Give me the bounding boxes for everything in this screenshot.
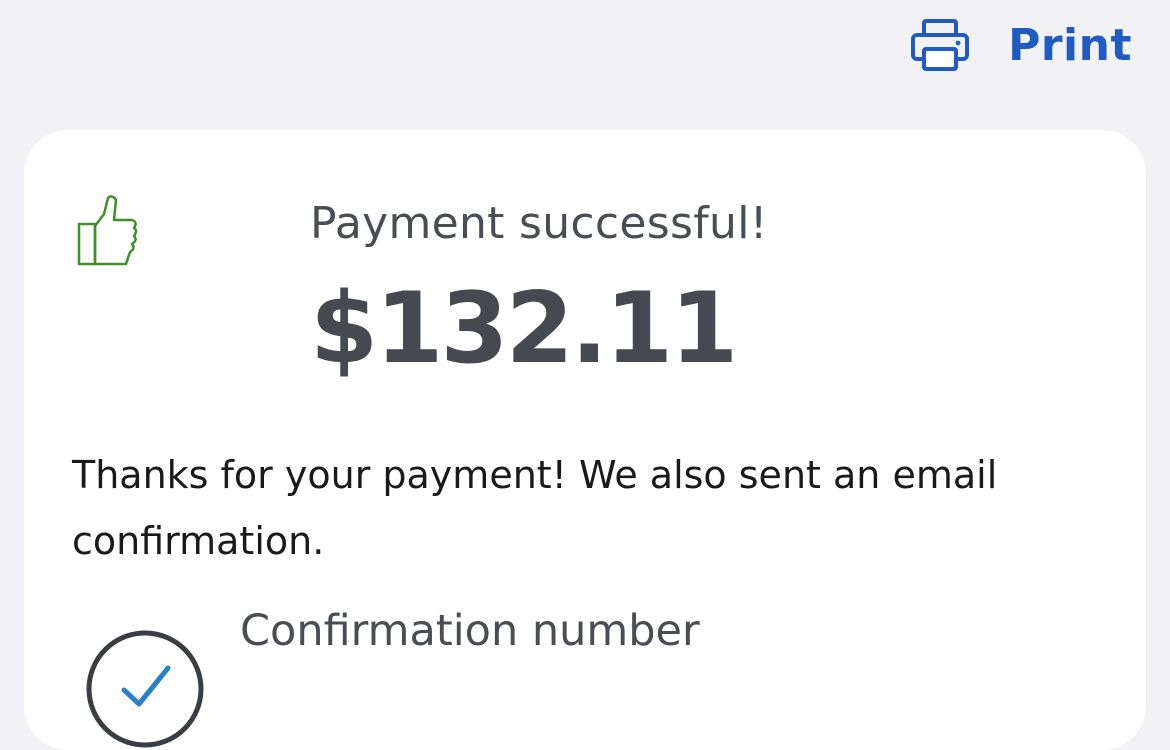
print-label: Print	[1008, 19, 1132, 71]
confirmation-message: Thanks for your payment! We also sent an…	[72, 453, 998, 563]
thumbs-up-icon	[77, 195, 138, 266]
payment-confirmation-card: Payment successful! $132.11 Thanks for y…	[24, 130, 1146, 750]
payment-amount: $132.11	[310, 272, 738, 386]
confirmation-number-label: Confirmation number	[240, 606, 700, 656]
payment-status-text: Payment successful!	[310, 198, 768, 249]
check-circle-icon	[86, 630, 204, 748]
printer-icon	[911, 19, 970, 71]
print-button[interactable]: Print	[910, 18, 1132, 72]
